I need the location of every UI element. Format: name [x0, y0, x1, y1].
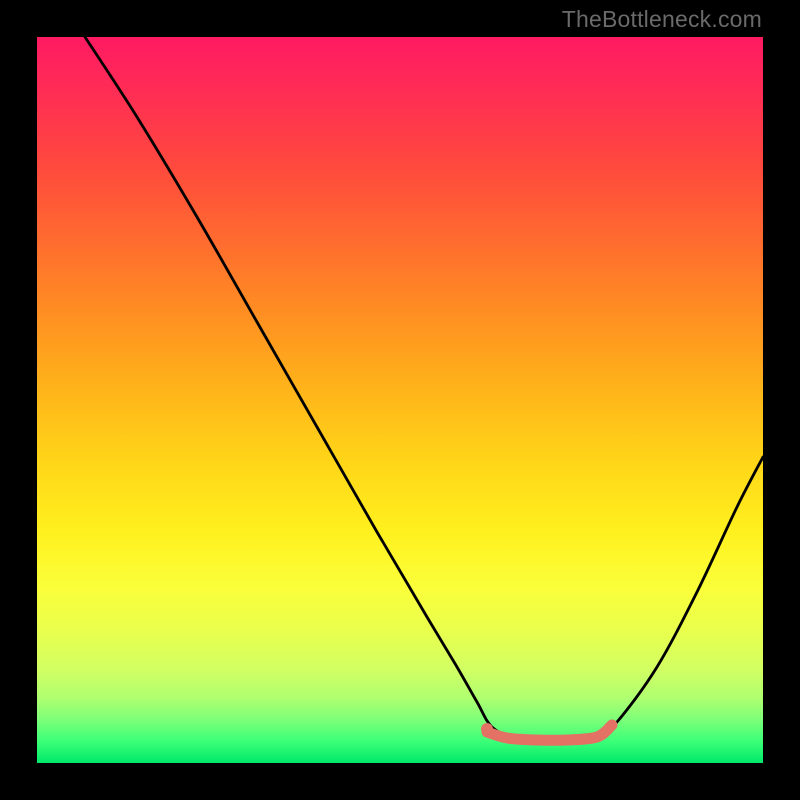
- bottleneck-curve: [85, 37, 763, 739]
- watermark-text: TheBottleneck.com: [562, 6, 762, 33]
- chart-frame: TheBottleneck.com: [0, 0, 800, 800]
- highlight-segment: [487, 725, 612, 740]
- plot-area: [37, 37, 763, 763]
- highlight-dot: [481, 723, 493, 735]
- chart-svg: [37, 37, 763, 763]
